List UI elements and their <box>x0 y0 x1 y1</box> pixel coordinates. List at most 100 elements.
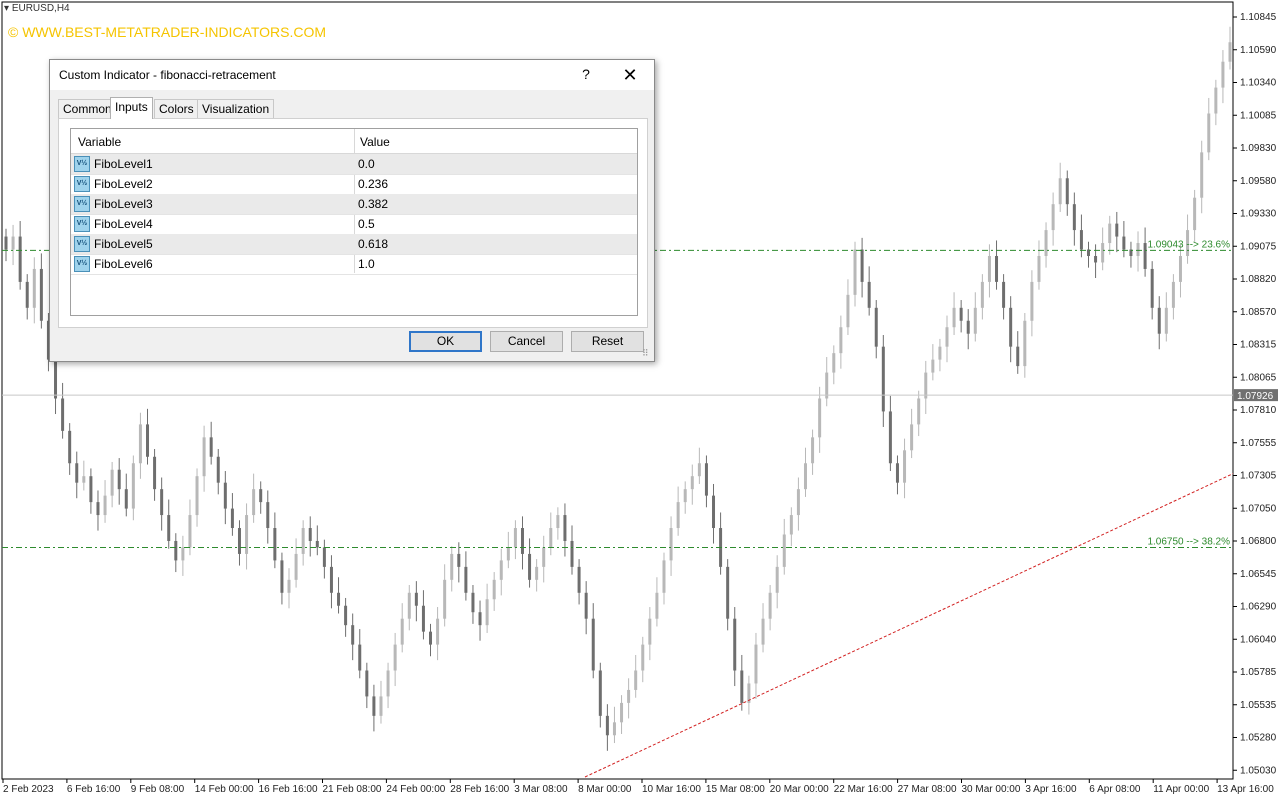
candle-body <box>167 515 171 541</box>
candle-body <box>61 398 65 431</box>
candle-body <box>945 327 949 347</box>
time-label: 14 Feb 00:00 <box>195 784 254 795</box>
candle-body <box>683 489 687 503</box>
candle-body <box>860 249 864 282</box>
candle-body <box>429 631 433 645</box>
candle-body <box>1228 42 1232 62</box>
candle-body <box>676 502 680 529</box>
candle-body <box>287 579 291 593</box>
candle-body <box>322 547 326 567</box>
resize-grip-icon[interactable]: ⠿ <box>642 348 649 359</box>
price-label: 1.08315 <box>1240 340 1277 351</box>
candle-body <box>11 236 15 250</box>
tab-common[interactable]: Common <box>58 99 117 118</box>
variable-value[interactable]: 1.0 <box>358 257 375 271</box>
candle-body <box>68 430 72 464</box>
tab-visualization[interactable]: Visualization <box>197 99 275 118</box>
candle-body <box>485 599 489 626</box>
candle-body <box>641 644 645 671</box>
candle-body <box>18 236 22 282</box>
candle-body <box>811 437 815 464</box>
time-label: 28 Feb 16:00 <box>450 784 509 795</box>
time-label: 21 Feb 08:00 <box>323 784 382 795</box>
candle-body <box>96 502 100 516</box>
candle-body <box>329 566 333 593</box>
cancel-button[interactable]: Cancel <box>490 331 563 352</box>
candle-body <box>1108 223 1112 244</box>
candle-body <box>520 528 524 554</box>
price-label: 1.08065 <box>1240 372 1277 383</box>
candle-body <box>895 463 899 483</box>
time-label: 15 Mar 08:00 <box>706 784 765 795</box>
candle-body <box>471 592 475 613</box>
chart-menu-arrow-icon[interactable]: ▾ <box>4 3 9 14</box>
candle-body <box>1009 307 1013 347</box>
price-label: 1.08570 <box>1240 307 1277 318</box>
column-header-value[interactable]: Value <box>360 135 390 149</box>
candle-body <box>874 307 878 347</box>
candle-body <box>315 540 319 548</box>
input-row-fibolevel5[interactable]: V½ FiboLevel5 0.618 <box>71 234 637 255</box>
price-label: 1.09075 <box>1240 241 1277 252</box>
price-label: 1.06800 <box>1240 536 1277 547</box>
input-row-fibolevel4[interactable]: V½ FiboLevel4 0.5 <box>71 214 637 235</box>
variable-name: FiboLevel3 <box>94 197 153 211</box>
candle-body <box>230 508 234 529</box>
price-label: 1.07810 <box>1240 405 1277 416</box>
candle-body <box>910 424 914 451</box>
candle-body <box>938 346 942 360</box>
help-button[interactable]: ? <box>579 64 593 84</box>
candle-body <box>273 528 277 561</box>
input-row-fibolevel6[interactable]: V½ FiboLevel6 1.0 <box>71 254 637 275</box>
candle-body <box>124 489 128 509</box>
price-label: 1.10590 <box>1240 45 1277 56</box>
candle-body <box>775 566 779 593</box>
tab-inputs[interactable]: Inputs <box>110 97 153 119</box>
price-label: 1.05535 <box>1240 700 1277 711</box>
candle-body <box>400 618 404 645</box>
variable-value[interactable]: 0.5 <box>358 217 375 231</box>
tab-colors[interactable]: Colors <box>154 99 199 118</box>
inputs-grid[interactable]: Variable Value V½ FiboLevel1 0.0 V½ Fibo… <box>70 128 638 316</box>
candle-body <box>1178 255 1182 282</box>
price-label: 1.07050 <box>1240 503 1277 514</box>
candle-body <box>627 689 631 703</box>
candle-body <box>358 644 362 671</box>
custom-indicator-dialog[interactable]: Custom Indicator - fibonacci-retracement… <box>49 59 655 362</box>
candle-body <box>591 618 595 671</box>
input-row-fibolevel2[interactable]: V½ FiboLevel2 0.236 <box>71 174 637 195</box>
price-label: 1.07555 <box>1240 438 1277 449</box>
candle-body <box>903 450 907 483</box>
price-label: 1.09830 <box>1240 143 1277 154</box>
candle-body <box>365 670 369 697</box>
variable-value[interactable]: 0.236 <box>358 177 388 191</box>
candle-body <box>818 398 822 438</box>
candle-body <box>1094 255 1098 263</box>
candle-body <box>535 566 539 580</box>
ok-button[interactable]: OK <box>409 331 482 352</box>
reset-button[interactable]: Reset <box>571 331 644 352</box>
input-row-fibolevel1[interactable]: V½ FiboLevel1 0.0 <box>71 154 637 175</box>
candle-body <box>1221 61 1225 88</box>
variable-value[interactable]: 0.382 <box>358 197 388 211</box>
candle-body <box>966 320 970 334</box>
candle-body <box>726 566 730 619</box>
candle-body <box>528 553 532 580</box>
candle-body <box>443 579 447 619</box>
time-label: 3 Apr 16:00 <box>1025 784 1077 795</box>
time-label: 3 Mar 08:00 <box>514 784 568 795</box>
input-row-fibolevel3[interactable]: V½ FiboLevel3 0.382 <box>71 194 637 215</box>
current-price-label: 1.07926 <box>1237 391 1274 402</box>
time-label: 16 Feb 16:00 <box>259 784 318 795</box>
close-icon[interactable]: ✕ <box>616 63 644 87</box>
candle-body <box>917 398 921 425</box>
candle-body <box>464 566 468 593</box>
time-label: 22 Mar 16:00 <box>834 784 893 795</box>
candle-body <box>1051 204 1055 231</box>
variable-value[interactable]: 0.618 <box>358 237 388 251</box>
variable-value[interactable]: 0.0 <box>358 157 375 171</box>
dialog-titlebar[interactable]: Custom Indicator - fibonacci-retracement… <box>50 60 654 90</box>
candle-body <box>1065 178 1069 205</box>
candle-body <box>379 696 383 716</box>
column-header-variable[interactable]: Variable <box>78 135 121 149</box>
